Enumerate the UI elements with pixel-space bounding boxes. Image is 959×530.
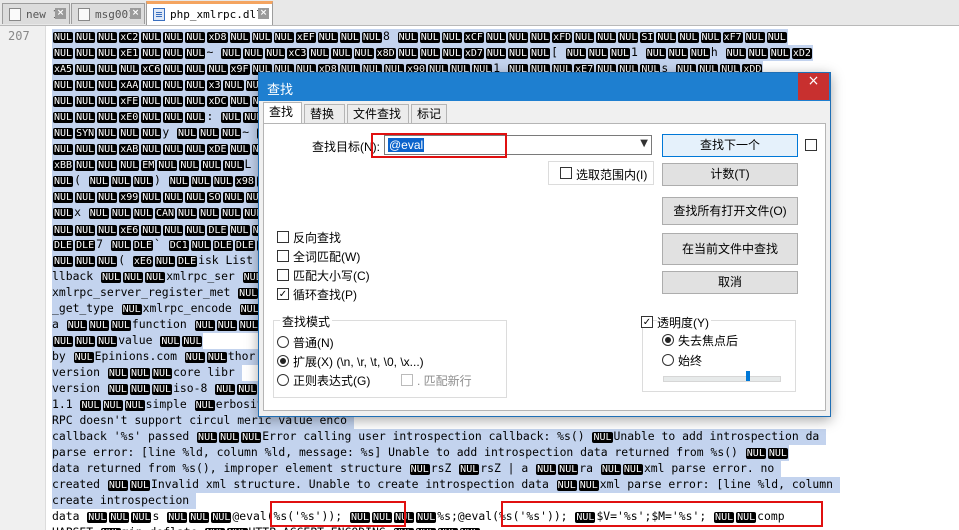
always-radio[interactable] xyxy=(662,354,674,366)
find-next-button[interactable]: 查找下一个 xyxy=(662,134,798,157)
code-line[interactable]: created NUL NUL Invalid xml structure. Una… xyxy=(52,477,840,493)
transparency-label: 透明度(Y) xyxy=(657,314,711,331)
find-all-open-files-button[interactable]: 查找所有打开文件(O) xyxy=(662,197,798,225)
code-line[interactable]: data returned from %s(), improper elemen… xyxy=(52,461,782,477)
find-target-label: 查找目标(N): xyxy=(312,140,380,154)
code-line[interactable]: parse error: [line %ld, column %ld, mess… xyxy=(52,445,789,461)
line-number: 207 xyxy=(8,29,30,43)
chevron-down-icon[interactable]: ▼ xyxy=(640,138,648,149)
cancel-button[interactable]: 取消 xyxy=(662,271,798,294)
mode-extended-radio[interactable] xyxy=(277,355,289,367)
always-label: 始终 xyxy=(678,354,703,368)
whole-word-label: 全词匹配(W) xyxy=(293,250,361,264)
count-button[interactable]: 计数(T) xyxy=(662,163,798,186)
code-line[interactable]: NUL NUL NUL xC2 NUL NUL NUL xD8 NUL NUL NUL xEF NUL N… xyxy=(52,29,788,45)
tab-bar: new 1 × msg001 × php_xmlrpc.dll × xyxy=(0,0,959,26)
code-line[interactable]: HAPSET NULmin_deflate NULNULHTTP_ACCEPT_… xyxy=(52,525,481,530)
code-line[interactable]: llback NULNULNULxmlrpc_ser NULxml xyxy=(52,269,292,285)
search-mode-title: 查找模式 xyxy=(280,313,333,330)
match-case-label: 匹配大小写(C) xyxy=(293,269,370,283)
dialog-titlebar[interactable]: 查找 × xyxy=(259,73,830,101)
file-icon xyxy=(153,8,165,21)
tab-replace[interactable]: 替换 xyxy=(304,104,345,123)
on-lose-focus-label: 失去焦点后 xyxy=(678,334,739,348)
tab-find-in-files[interactable]: 文件查找 xyxy=(347,104,409,123)
transparency-checkbox[interactable]: ✓ xyxy=(641,316,653,328)
tab-php-xmlrpc-dll[interactable]: php_xmlrpc.dll × xyxy=(146,1,273,25)
file-icon xyxy=(9,7,21,21)
code-line[interactable]: create introspection xyxy=(52,493,197,509)
mode-normal-label: 普通(N) xyxy=(293,336,334,350)
in-selection-checkbox[interactable] xyxy=(560,167,572,179)
dialog-panel: 查找目标(N): @eval ▼ 查找下一个 选取范围内(I) 计数(T) 查找… xyxy=(263,123,826,411)
transparency-slider-track[interactable] xyxy=(663,376,781,382)
tab-msg001[interactable]: msg001 × xyxy=(71,3,145,24)
whole-word-checkbox[interactable] xyxy=(277,250,289,262)
mode-regex-label: 正则表达式(G) xyxy=(293,374,371,388)
on-lose-focus-radio[interactable] xyxy=(662,334,674,346)
close-icon[interactable]: × xyxy=(130,8,141,19)
highlight-box xyxy=(371,133,507,158)
dialog-title: 查找 xyxy=(267,82,294,97)
tab-label: msg001 xyxy=(95,7,135,21)
find-dialog: 查找 × 查找 替换 文件查找 标记 查找目标(N): @eval ▼ 查找下一… xyxy=(258,72,831,417)
highlight-box xyxy=(501,501,823,527)
tab-find[interactable]: 查找 xyxy=(263,102,302,124)
file-icon xyxy=(78,7,90,21)
close-icon[interactable]: × xyxy=(55,8,66,19)
mode-extended-label: 扩展(X) (\n, \r, \t, \0, \x...) xyxy=(293,355,424,369)
tab-new-1[interactable]: new 1 × xyxy=(2,3,70,24)
code-line[interactable]: NUL NUL NUL xE1 NUL NUL NUL ~ NUL NUL NUL xC3 NUL NU… xyxy=(52,45,813,61)
code-line[interactable]: DLEDLE7 NULDLE` DC1NULDLEDLENUL xyxy=(52,237,278,253)
match-case-checkbox[interactable] xyxy=(277,269,289,281)
mode-regex-radio[interactable] xyxy=(277,374,289,386)
close-icon[interactable]: × xyxy=(258,8,269,19)
reverse-checkbox[interactable] xyxy=(277,231,289,243)
wrap-around-checkbox[interactable]: ✓ xyxy=(277,288,289,300)
code-line[interactable]: NUL NUL NUL value NUL NUL xyxy=(52,333,204,349)
highlight-box xyxy=(270,501,406,527)
wrap-around-label: 循环查找(P) xyxy=(293,288,357,302)
dot-newline-checkbox[interactable] xyxy=(401,374,413,386)
line-number-gutter: 207 xyxy=(0,26,46,530)
in-selection-label: 选取范围内(I) xyxy=(576,168,648,182)
find-next-checkbox[interactable] xyxy=(805,139,817,151)
reverse-label: 反向查找 xyxy=(293,231,342,245)
code-line[interactable]: version NUL NUL NUL core libr xyxy=(52,365,242,381)
transparency-slider-thumb[interactable] xyxy=(745,371,750,381)
code-line[interactable]: callback '%s' passed NUL NUL NUL Error call… xyxy=(52,429,827,445)
tab-label: php_xmlrpc.dll xyxy=(170,8,263,21)
dot-newline-label: . 匹配新行 xyxy=(417,374,472,388)
find-in-current-file-button[interactable]: 在当前文件中查找 xyxy=(662,233,798,265)
mode-normal-radio[interactable] xyxy=(277,336,289,348)
tab-mark[interactable]: 标记 xyxy=(411,104,447,123)
close-icon[interactable]: × xyxy=(798,73,829,100)
